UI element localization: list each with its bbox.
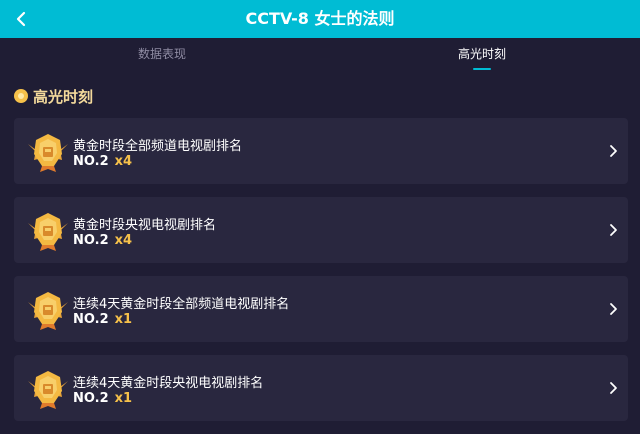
highlight-card[interactable]: 黄金时段全部频道电视剧排名 NO.2 x4 (14, 118, 628, 184)
rank-multiplier: x1 (114, 312, 133, 327)
rank-value: NO.2 (73, 154, 109, 169)
highlight-card[interactable]: 黄金时段央视电视剧排名 NO.2 x4 (14, 197, 628, 263)
chevron-right-icon (610, 224, 617, 236)
medal-icon (28, 213, 68, 251)
section-title: 高光时刻 (33, 87, 94, 106)
highlight-card[interactable]: 连续4天黄金时段央视电视剧排名 NO.2 x1 (14, 355, 628, 421)
tab-bar: 数据表现 高光时刻 (0, 38, 640, 74)
highlight-rank: NO.2 x1 (73, 391, 132, 406)
active-tab-indicator (473, 68, 491, 70)
highlight-title: 连续4天黄金时段全部频道电视剧排名 (73, 297, 290, 312)
chevron-right-icon (610, 145, 617, 157)
highlight-card[interactable]: 连续4天黄金时段全部频道电视剧排名 NO.2 x1 (14, 276, 628, 342)
top-bar: CCTV-8 女士的法则 (0, 0, 640, 38)
rank-value: NO.2 (73, 312, 109, 327)
highlight-title: 连续4天黄金时段央视电视剧排名 (73, 376, 264, 391)
highlight-title: 黄金时段央视电视剧排名 (73, 218, 217, 233)
chevron-right-icon (610, 382, 617, 394)
rank-value: NO.2 (73, 391, 109, 406)
section-header: 高光时刻 (14, 84, 93, 108)
highlight-list: 黄金时段全部频道电视剧排名 NO.2 x4 黄金时段央视电视剧排名 NO.2 x4 (14, 118, 628, 434)
rank-multiplier: x4 (114, 154, 133, 169)
medal-icon (28, 134, 68, 172)
rank-value: NO.2 (73, 233, 109, 248)
highlight-title: 黄金时段全部频道电视剧排名 (73, 139, 243, 154)
highlight-rank: NO.2 x4 (73, 233, 132, 248)
rank-multiplier: x1 (114, 391, 133, 406)
medal-icon (28, 371, 68, 409)
rank-multiplier: x4 (114, 233, 133, 248)
page-title: CCTV-8 女士的法则 (245, 9, 395, 28)
medal-icon (28, 292, 68, 330)
coin-icon (14, 89, 28, 103)
highlight-rank: NO.2 x1 (73, 312, 132, 327)
highlight-rank: NO.2 x4 (73, 154, 132, 169)
tab-data-performance[interactable]: 数据表现 (112, 38, 212, 74)
chevron-right-icon (610, 303, 617, 315)
